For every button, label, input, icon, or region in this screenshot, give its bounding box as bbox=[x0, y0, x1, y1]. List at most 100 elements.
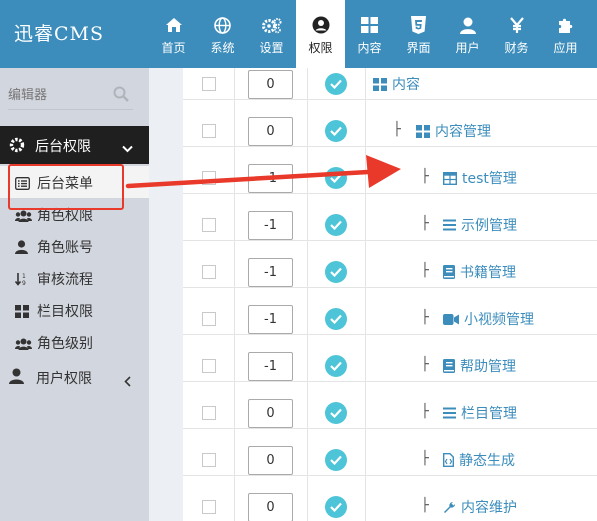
order-input[interactable]: 0 bbox=[248, 493, 293, 521]
highlight-box bbox=[8, 164, 124, 210]
nav-label: 用户 bbox=[455, 41, 480, 55]
check-circle-icon[interactable] bbox=[325, 120, 347, 142]
check-circle-icon[interactable] bbox=[325, 73, 347, 95]
nav-item-users[interactable]: 用户 bbox=[443, 0, 492, 68]
svg-text:1: 1 bbox=[22, 273, 26, 280]
menu-name-text: 内容维护 bbox=[461, 500, 517, 516]
table-row: -1 ├ 书籍管理 bbox=[183, 241, 597, 288]
check-circle-icon[interactable] bbox=[325, 214, 347, 236]
nav-label: 设置 bbox=[259, 41, 284, 55]
table-row: 0 ├ 静态生成 bbox=[183, 429, 597, 476]
user-icon bbox=[15, 239, 28, 258]
sidebar-item-label: 栏目权限 bbox=[37, 304, 93, 320]
menu-name[interactable]: 内容维护 bbox=[443, 497, 517, 517]
row-checkbox[interactable] bbox=[202, 171, 216, 185]
yen-icon bbox=[492, 15, 541, 35]
check-circle-icon[interactable] bbox=[325, 449, 347, 471]
sidebar-section-user-permissions[interactable]: 用户权限 bbox=[0, 360, 149, 396]
grid-icon bbox=[416, 124, 430, 138]
row-checkbox[interactable] bbox=[202, 124, 216, 138]
nav-item-apps[interactable]: 应用 bbox=[541, 0, 590, 68]
book-icon bbox=[443, 359, 455, 373]
menu-name-text: 小视频管理 bbox=[464, 312, 534, 328]
check-circle-icon[interactable] bbox=[325, 308, 347, 330]
order-input[interactable]: -1 bbox=[248, 258, 293, 287]
nav-item-finance[interactable]: 财务 bbox=[492, 0, 541, 68]
table-row: 0 ├ 内容管理 bbox=[183, 100, 597, 147]
home-icon bbox=[149, 15, 198, 35]
puzzle-icon bbox=[541, 15, 590, 35]
row-checkbox[interactable] bbox=[202, 453, 216, 467]
check-circle-icon[interactable] bbox=[325, 402, 347, 424]
nav-item-interface[interactable]: 界面 bbox=[394, 0, 443, 68]
app-logo[interactable]: 迅睿CMS bbox=[0, 0, 149, 68]
sidebar-section-backend-permissions[interactable]: 后台权限 bbox=[0, 126, 159, 164]
order-input[interactable]: 0 bbox=[248, 70, 293, 99]
menu-name[interactable]: 静态生成 bbox=[443, 450, 515, 470]
nav-label: 权限 bbox=[308, 41, 333, 55]
menu-name-text: 示例管理 bbox=[461, 218, 517, 234]
order-input[interactable]: 0 bbox=[248, 117, 293, 146]
top-navbar: 迅睿CMS 首页 系统 设置 权限 内容 界面 用户 财务 应用 bbox=[0, 0, 597, 68]
sidebar-search[interactable]: 编辑器 bbox=[8, 84, 133, 110]
row-checkbox[interactable] bbox=[202, 218, 216, 232]
check-circle-icon[interactable] bbox=[325, 167, 347, 189]
menu-name[interactable]: 内容 bbox=[373, 74, 420, 94]
menu-name[interactable]: 栏目管理 bbox=[443, 403, 517, 423]
sidebar-item-column-permissions[interactable]: 栏目权限 bbox=[0, 294, 149, 326]
section-label: 后台权限 bbox=[35, 139, 91, 155]
menu-name[interactable]: 书籍管理 bbox=[443, 262, 516, 282]
sidebar-item-label: 角色账号 bbox=[37, 240, 93, 256]
row-checkbox[interactable] bbox=[202, 312, 216, 326]
menu-name-text: 栏目管理 bbox=[461, 406, 517, 422]
nav-label: 首页 bbox=[161, 41, 186, 55]
user-icon bbox=[443, 15, 492, 35]
menu-name-text: test管理 bbox=[462, 171, 517, 187]
row-checkbox[interactable] bbox=[202, 265, 216, 279]
check-circle-icon[interactable] bbox=[325, 496, 347, 518]
menu-name[interactable]: test管理 bbox=[443, 168, 517, 188]
grid-icon bbox=[345, 15, 394, 35]
menu-name[interactable]: 内容管理 bbox=[416, 121, 491, 141]
table-row: 0 ├ 内容维护 bbox=[183, 476, 597, 521]
order-input[interactable]: -1 bbox=[248, 352, 293, 381]
search-icon[interactable] bbox=[113, 86, 129, 106]
sidebar-item-role-accounts[interactable]: 角色账号 bbox=[0, 230, 149, 262]
menu-name[interactable]: 帮助管理 bbox=[443, 356, 516, 376]
sidebar: 编辑器 后台权限 后台菜单 角色权限 角色账号 19 审核流程 栏目权限 角色级… bbox=[0, 68, 159, 521]
nav-item-content[interactable]: 内容 bbox=[345, 0, 394, 68]
sidebar-item-label: 审核流程 bbox=[37, 272, 93, 288]
nav-label: 财务 bbox=[504, 41, 529, 55]
check-circle-icon[interactable] bbox=[325, 261, 347, 283]
nav-item-home[interactable]: 首页 bbox=[149, 0, 198, 68]
bars-icon bbox=[443, 219, 456, 231]
order-input[interactable]: -1 bbox=[248, 164, 293, 193]
row-checkbox[interactable] bbox=[202, 359, 216, 373]
order-input[interactable]: 0 bbox=[248, 399, 293, 428]
row-checkbox[interactable] bbox=[202, 77, 216, 91]
search-input[interactable]: 编辑器 bbox=[8, 88, 47, 103]
order-input[interactable]: -1 bbox=[248, 211, 293, 240]
column-divider bbox=[365, 68, 366, 521]
nav-label: 系统 bbox=[210, 41, 235, 55]
row-checkbox[interactable] bbox=[202, 500, 216, 514]
nav-label: 界面 bbox=[406, 41, 431, 55]
menu-name[interactable]: 小视频管理 bbox=[443, 309, 534, 329]
menu-name-text: 书籍管理 bbox=[460, 265, 516, 281]
table-row: -1 ├ 帮助管理 bbox=[183, 335, 597, 382]
menu-name[interactable]: 示例管理 bbox=[443, 215, 517, 235]
sidebar-item-review-workflow[interactable]: 19 审核流程 bbox=[0, 262, 149, 294]
menu-table: 0 内容 0 ├ 内容管理 -1 ├ test管理 -1 ├ 示例管理 -1 ├… bbox=[183, 68, 597, 521]
tree-prefix: ├ bbox=[421, 263, 429, 278]
gears-icon bbox=[247, 15, 296, 35]
sidebar-item-role-levels[interactable]: 角色级别 bbox=[0, 326, 149, 358]
users-icon bbox=[15, 335, 32, 354]
nav-item-permissions[interactable]: 权限 bbox=[296, 0, 345, 68]
order-input[interactable]: 0 bbox=[248, 446, 293, 475]
check-circle-icon[interactable] bbox=[325, 355, 347, 377]
row-checkbox[interactable] bbox=[202, 406, 216, 420]
nav-item-settings[interactable]: 设置 bbox=[247, 0, 296, 68]
order-input[interactable]: -1 bbox=[248, 305, 293, 334]
book-icon bbox=[443, 265, 455, 279]
nav-item-system[interactable]: 系统 bbox=[198, 0, 247, 68]
